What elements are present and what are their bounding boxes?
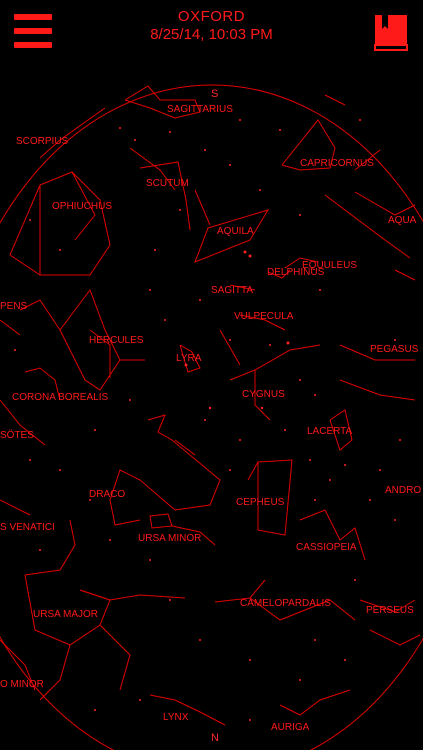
constellation-label[interactable]: ANDRO <box>385 485 421 496</box>
constellation-label[interactable]: SAGITTA <box>211 285 253 296</box>
constellation-label[interactable]: O MINOR <box>0 679 44 690</box>
constellation-label[interactable]: AQUILA <box>217 226 254 237</box>
constellation-label[interactable]: SCUTUM <box>146 178 189 189</box>
datetime-label[interactable]: 8/25/14, 10:03 PM <box>0 26 423 43</box>
header-bar: OXFORD 8/25/14, 10:03 PM <box>0 0 423 56</box>
direction-north: N <box>211 732 219 744</box>
constellation-label[interactable]: URSA MAJOR <box>33 609 98 620</box>
constellation-label[interactable]: LACERTA <box>307 426 352 437</box>
constellation-label[interactable]: DELPHINUS <box>267 267 324 278</box>
constellation-label[interactable]: CAMELOPARDALIS <box>240 598 331 609</box>
constellation-label[interactable]: URSA MINOR <box>138 533 201 544</box>
constellation-label[interactable]: PENS <box>0 301 27 312</box>
constellation-label[interactable]: CYGNUS <box>242 389 285 400</box>
constellation-label[interactable]: PERSEUS <box>366 605 414 616</box>
constellation-label[interactable]: CASSIOPEIA <box>296 542 357 553</box>
book-icon[interactable] <box>372 12 410 54</box>
constellation-label[interactable]: VULPECULA <box>234 311 293 322</box>
constellation-label[interactable]: DRACO <box>89 489 125 500</box>
constellation-label[interactable]: SAGITTARIUS <box>167 104 233 115</box>
constellation-label[interactable]: S VENATICI <box>0 522 55 533</box>
constellation-label[interactable]: OPHIUCHUS <box>52 201 112 212</box>
constellation-label[interactable]: CAPRICORNUS <box>300 158 374 169</box>
direction-south: S <box>211 88 219 100</box>
constellation-label[interactable]: LYNX <box>163 712 188 723</box>
constellation-label[interactable]: HERCULES <box>89 335 143 346</box>
constellation-label[interactable]: LYRA <box>176 353 201 364</box>
constellation-label[interactable]: SCORPIUS <box>16 136 68 147</box>
constellation-label[interactable]: CEPHEUS <box>236 497 284 508</box>
constellation-label[interactable]: SÖTES <box>0 430 34 441</box>
horizon-circle <box>0 84 423 750</box>
constellation-label[interactable]: AURIGA <box>271 722 309 733</box>
constellation-label[interactable]: AQUA <box>388 215 416 226</box>
location-title: OXFORD <box>177 8 246 25</box>
constellation-label[interactable]: CORONA BOREALIS <box>12 392 108 403</box>
constellation-label[interactable]: PEGASUS <box>370 344 418 355</box>
